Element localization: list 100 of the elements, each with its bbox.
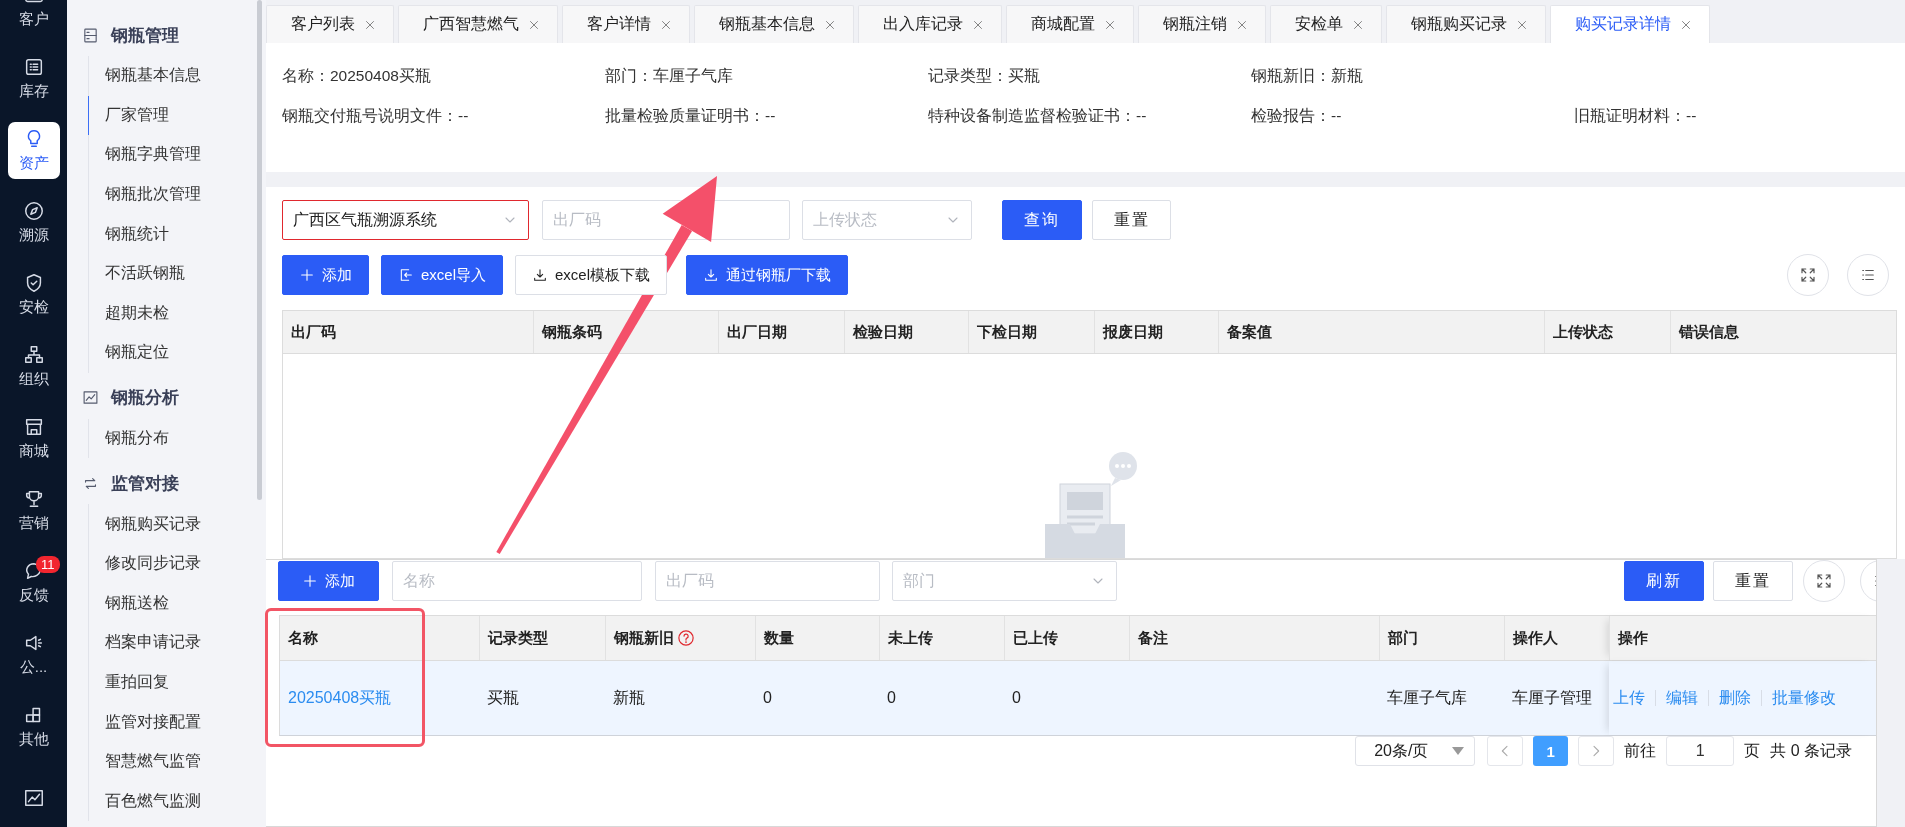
- close-icon: [824, 18, 836, 31]
- detail-text: 钢瓶新旧：新瓶: [1251, 65, 1364, 86]
- table-cell: 0: [763, 689, 772, 707]
- close-icon: [972, 18, 984, 31]
- compass-icon: [22, 200, 45, 223]
- nav-rail-item[interactable]: 商城: [7, 409, 60, 468]
- close-icon: [1516, 18, 1528, 31]
- search-button[interactable]: 查询: [1002, 200, 1082, 240]
- import-icon: [398, 267, 414, 283]
- column-header: 下检日期: [968, 311, 1094, 353]
- detail-text: 特种设备制造监督检验证书：--: [928, 105, 1148, 126]
- close-icon: [364, 18, 376, 31]
- reset-button[interactable]: 重置: [1713, 561, 1793, 601]
- close-icon: [1352, 18, 1364, 31]
- detail-text: 部门：车厘子气库: [605, 65, 734, 86]
- column-header: 数量: [764, 628, 794, 648]
- menu-item[interactable]: 档案申请记录: [88, 623, 266, 663]
- download-icon: [703, 267, 720, 283]
- detail-text: 检验报告：--: [1251, 105, 1343, 126]
- plus-icon: [302, 573, 318, 589]
- column-settings-button[interactable]: [1847, 254, 1889, 296]
- table-cell-text: 车厘子气库: [1387, 687, 1467, 708]
- nav-rail-item[interactable]: 公...: [7, 625, 60, 683]
- column-header: 出厂码: [290, 321, 337, 342]
- table-cell: 0: [1012, 689, 1021, 707]
- menu-group-title: 钢瓶分析: [111, 387, 179, 410]
- previous-page-button[interactable]: [1487, 736, 1524, 766]
- scrollbar[interactable]: [257, 0, 262, 500]
- detail-text: 旧瓶证明材料：--: [1574, 105, 1698, 126]
- close-icon: [660, 18, 672, 31]
- column-header: 已上传: [1013, 628, 1058, 648]
- column-header: 上传状态: [1544, 311, 1670, 353]
- nav-rail-item[interactable]: 安检: [7, 265, 60, 324]
- next-page-button[interactable]: [1578, 736, 1615, 766]
- tab[interactable]: 钢瓶购买记录: [1386, 5, 1546, 43]
- table-cell-text: 车厘子管理: [1512, 687, 1592, 708]
- menu-group-title: 监管对接: [111, 472, 179, 495]
- table-cell: 0: [887, 689, 896, 707]
- detail-text: 名称：20250408买瓶: [282, 65, 432, 86]
- fullscreen-button[interactable]: [1787, 254, 1829, 296]
- column-header: 报废日期: [1094, 311, 1218, 353]
- expand-icon: [1815, 572, 1833, 590]
- expand-icon: [1799, 266, 1817, 284]
- nav-rail-item[interactable]: 客户: [7, 0, 60, 36]
- tab[interactable]: 商城配置: [1006, 5, 1134, 43]
- column-header: 备注: [1138, 628, 1168, 648]
- refresh-button[interactable]: 刷新: [1624, 561, 1704, 601]
- download-icon: [532, 267, 549, 283]
- help-icon: [677, 629, 695, 647]
- toolbar-button[interactable]: excel模板下载: [515, 255, 668, 295]
- nav-rail-item[interactable]: 其他: [7, 697, 60, 755]
- tab[interactable]: 安检单: [1270, 5, 1382, 43]
- plus-icon: [299, 267, 315, 283]
- toolbar-button[interactable]: 添加: [282, 255, 369, 295]
- close-icon: [1104, 18, 1116, 31]
- tab[interactable]: 购买记录详情: [1550, 5, 1710, 43]
- close-icon: [1236, 18, 1248, 31]
- page-size-select[interactable]: 20条/页: [1355, 736, 1476, 766]
- tab[interactable]: 出入库记录: [858, 5, 1002, 43]
- tab[interactable]: 钢瓶注销: [1138, 5, 1266, 43]
- column-header: 备案值: [1218, 311, 1544, 353]
- nav-rail-item[interactable]: 营销: [7, 481, 60, 540]
- add-button[interactable]: 添加: [278, 561, 379, 601]
- toolbar-button[interactable]: 通过钢瓶厂下载: [686, 255, 849, 295]
- tab[interactable]: 客户列表: [266, 5, 394, 43]
- page-unit-label: 页: [1744, 740, 1761, 761]
- tab[interactable]: 钢瓶基本信息: [694, 5, 854, 43]
- page-number-field[interactable]: 1: [1666, 736, 1735, 766]
- server-icon: [82, 26, 99, 44]
- nav-rail-item[interactable]: 库存: [7, 49, 60, 108]
- detail-text: 批量检验质量证明书：--: [605, 105, 777, 126]
- column-header: 出厂日期: [718, 311, 844, 353]
- column-header: 检验日期: [844, 311, 968, 353]
- toolbar-button[interactable]: excel导入: [381, 255, 504, 295]
- close-icon: [1680, 18, 1692, 31]
- nav-rail-item[interactable]: 溯源: [7, 193, 60, 252]
- tab[interactable]: 客户详情: [562, 5, 690, 43]
- column-header: 操作: [1618, 628, 1648, 648]
- fullscreen-button[interactable]: [1803, 560, 1845, 602]
- nav-rail-item[interactable]: 反馈 11: [7, 553, 60, 612]
- column-header: 记录类型: [488, 628, 548, 648]
- org-chart-icon: [22, 344, 45, 366]
- tab[interactable]: 广西智慧燃气: [398, 5, 558, 43]
- nav-rail-item[interactable]: 资产: [7, 121, 60, 180]
- notification-badge: 11: [36, 555, 60, 573]
- close-icon: [528, 18, 540, 31]
- caret-icon: [1452, 747, 1465, 755]
- column-header: 部门: [1388, 628, 1418, 648]
- column-header: 名称: [288, 628, 318, 648]
- column-header: 钢瓶新旧: [614, 628, 674, 648]
- menu-group-title: 钢瓶管理: [111, 24, 179, 47]
- system-select[interactable]: 广西区气瓶溯源系统: [282, 200, 529, 240]
- column-header: 操作人: [1513, 628, 1558, 648]
- reset-button[interactable]: 重置: [1092, 200, 1171, 240]
- detail-text: 钢瓶交付瓶号说明文件：--: [282, 105, 470, 126]
- detail-text: 记录类型：买瓶: [928, 65, 1041, 86]
- nav-rail-item[interactable]: 组织: [7, 337, 60, 396]
- menu-item[interactable]: 监管对接配置: [88, 702, 266, 742]
- menu-item[interactable]: 重拍回复: [88, 662, 266, 703]
- table-cell-text: 买瓶: [487, 687, 519, 708]
